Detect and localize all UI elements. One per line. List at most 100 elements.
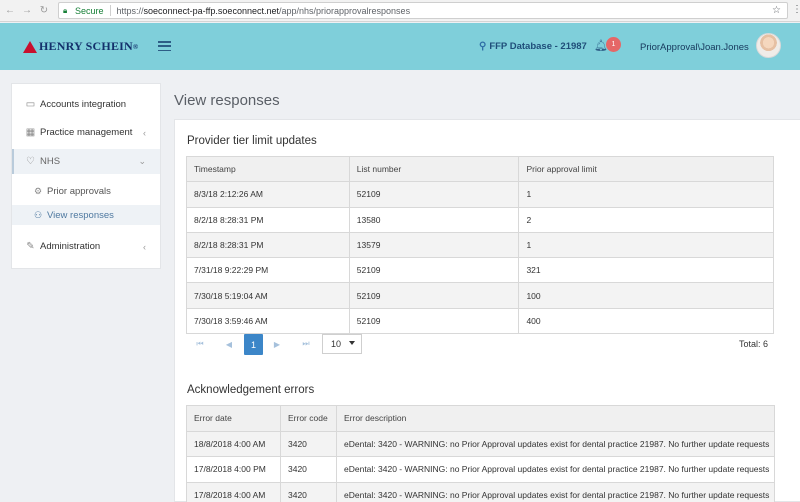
table-row[interactable]: 8/2/18 8:28:31 PM 13580 2 xyxy=(186,206,774,233)
page-title: View responses xyxy=(174,92,280,109)
secure-label: Secure xyxy=(75,5,104,16)
table-header-row: Error date Error code Error description xyxy=(186,405,775,432)
brand-name: HENRY SCHEIN xyxy=(39,39,133,53)
sidebar-item-label: NHS xyxy=(40,156,61,167)
timestamp-cell: 8/3/18 2:12:26 AM xyxy=(186,181,350,208)
browser-toolbar: ← → ↻ 🔒︎ Secure https://soeconnect-pa-ff… xyxy=(0,0,800,22)
provider-tier-table: Timestamp List number Prior approval lim… xyxy=(186,155,774,335)
column-header-timestamp[interactable]: Timestamp xyxy=(186,155,350,183)
error-description-cell: eDental: 3420 - WARNING: no Prior Approv… xyxy=(336,481,775,502)
pagination: ⏮ ◀ 1 ▶ ⏭ 10 Total: 6 xyxy=(187,333,774,355)
previous-page-icon[interactable]: ◀ xyxy=(220,335,238,353)
list-number-cell: 52109 xyxy=(348,181,520,208)
sidebar-item-label: Practice management xyxy=(40,127,133,138)
database-selector[interactable]: ⚲ FFP Database - 21987 xyxy=(479,41,587,52)
column-header-error-code[interactable]: Error code xyxy=(280,405,337,432)
error-date-cell: 17/8/2018 4:00 AM xyxy=(186,481,281,502)
timestamp-cell: 8/2/18 8:28:31 PM xyxy=(186,206,350,233)
table-row[interactable]: 8/2/18 8:28:31 PM 13579 1 xyxy=(186,231,774,259)
sidebar-subitem-label: Prior approvals xyxy=(47,185,111,197)
list-number-cell: 52109 xyxy=(348,257,520,284)
error-description-cell: eDental: 3420 - WARNING: no Prior Approv… xyxy=(336,430,775,457)
table-row[interactable]: 7/30/18 5:19:04 AM 52109 100 xyxy=(186,282,774,309)
users-icon: ⚇ xyxy=(34,209,43,220)
chevron-down-icon: ⌄ xyxy=(138,156,146,166)
page-size-select[interactable]: 10 xyxy=(322,334,362,354)
sidebar-subitem-view-responses[interactable]: ⚇ View responses xyxy=(12,205,160,225)
henry-schein-logo[interactable]: HENRY SCHEIN ® xyxy=(23,39,138,54)
last-page-icon[interactable]: ⏭ xyxy=(297,335,315,353)
notification-badge[interactable]: 1 xyxy=(606,37,621,52)
table-row[interactable]: 17/8/2018 4:00 AM 3420 eDental: 3420 - WAR… xyxy=(186,481,775,502)
url-path: /app/nhs/priorapprovalresponses xyxy=(278,5,411,16)
column-header-error-date[interactable]: Error date xyxy=(186,405,281,432)
current-page-button[interactable]: 1 xyxy=(244,334,263,355)
back-arrow-icon[interactable]: ← xyxy=(3,4,17,18)
url-divider xyxy=(109,5,111,16)
timestamp-cell: 7/31/18 9:22:29 PM xyxy=(186,257,350,284)
avatar[interactable] xyxy=(756,33,781,58)
forward-arrow-icon[interactable]: → xyxy=(20,4,34,18)
browser-menu-icon[interactable]: ⋮ xyxy=(792,4,800,15)
address-bar[interactable]: 🔒︎ Secure https://soeconnect-pa-ffp.soec… xyxy=(58,2,788,19)
timestamp-cell: 7/30/18 5:19:04 AM xyxy=(186,282,350,309)
limit-cell: 400 xyxy=(518,307,774,335)
chevron-left-icon: ‹ xyxy=(143,127,146,138)
location-pin-icon: ⚲ xyxy=(479,41,487,52)
page-size-value: 10 xyxy=(331,339,342,349)
lock-icon: 🔒︎ xyxy=(63,5,68,15)
bookmark-star-icon[interactable]: ☆ xyxy=(772,5,781,16)
limit-cell: 2 xyxy=(518,206,774,233)
caret-down-icon xyxy=(349,341,355,345)
timestamp-cell: 7/30/18 3:59:46 AM xyxy=(186,307,350,335)
sidebar-subitem-label: View responses xyxy=(47,209,114,221)
database-label: FFP Database - 21987 xyxy=(489,41,587,52)
table-row[interactable]: 17/8/2018 4:00 PM 3420 eDental: 3420 - WAR… xyxy=(186,456,775,483)
app-header: HENRY SCHEIN ® ⚲ FFP Database - 21987 🔔︎ … xyxy=(0,23,800,70)
column-header-error-description[interactable]: Error description xyxy=(336,405,775,432)
sidebar: ▭ Accounts integration ▦ Practice manage… xyxy=(11,83,161,269)
user-name[interactable]: PriorApproval\Joan.Jones xyxy=(640,42,749,53)
sidebar-item-nhs[interactable]: ♡ NHS ⌄ xyxy=(12,149,160,174)
provider-tier-title: Provider tier limit updates xyxy=(187,135,317,147)
limit-cell: 321 xyxy=(518,257,774,284)
heart-icon: ♡ xyxy=(26,156,35,167)
table-header-row: Timestamp List number Prior approval lim… xyxy=(186,155,774,183)
error-date-cell: 17/8/2018 4:00 PM xyxy=(186,456,281,483)
limit-cell: 1 xyxy=(518,231,774,259)
error-code-cell: 3420 xyxy=(280,430,337,457)
gear-icon: ⚙ xyxy=(34,185,43,196)
reload-icon[interactable]: ↻ xyxy=(37,4,51,18)
brand-trademark: ® xyxy=(132,42,139,51)
timestamp-cell: 8/2/18 8:28:31 PM xyxy=(186,231,350,259)
menu-toggle-icon[interactable] xyxy=(158,41,171,51)
next-page-icon[interactable]: ▶ xyxy=(268,335,286,353)
sidebar-subitem-prior-approvals[interactable]: ⚙ Prior approvals xyxy=(12,181,160,201)
grid-icon: ▦ xyxy=(25,127,36,138)
column-header-prior-approval-limit[interactable]: Prior approval limit xyxy=(518,155,774,183)
list-number-cell: 13580 xyxy=(348,206,520,233)
table-row[interactable]: 7/31/18 9:22:29 PM 52109 321 xyxy=(186,257,774,284)
error-code-cell: 3420 xyxy=(280,456,337,483)
error-description-cell: eDental: 3420 - WARNING: no Prior Approv… xyxy=(336,456,775,483)
chevron-left-icon: ‹ xyxy=(143,241,146,252)
sidebar-item-label: Administration xyxy=(40,241,101,252)
sidebar-item-accounts-integration[interactable]: ▭ Accounts integration xyxy=(12,92,160,117)
error-date-cell: 18/8/2018 4:00 AM xyxy=(186,430,281,457)
sidebar-item-administration[interactable]: ✎ Administration ‹ xyxy=(12,234,160,259)
first-page-icon[interactable]: ⏮ xyxy=(191,335,209,353)
list-number-cell: 52109 xyxy=(348,307,520,335)
column-header-list-number[interactable]: List number xyxy=(348,155,520,183)
table-row[interactable]: 18/8/2018 4:00 AM 3420 eDental: 3420 - WAR… xyxy=(186,430,775,457)
table-row[interactable]: 7/30/18 3:59:46 AM 52109 400 xyxy=(186,307,774,335)
list-number-cell: 13579 xyxy=(348,231,520,259)
ack-errors-table: Error date Error code Error description … xyxy=(186,405,775,502)
url-scheme: https:// xyxy=(116,5,144,16)
table-row[interactable]: 8/3/18 2:12:26 AM 52109 1 xyxy=(186,181,774,208)
limit-cell: 100 xyxy=(518,282,774,309)
list-number-cell: 52109 xyxy=(348,282,520,309)
url-host: soeconnect-pa-ffp.soeconnect.net xyxy=(143,5,279,16)
sidebar-item-practice-management[interactable]: ▦ Practice management ‹ xyxy=(12,120,160,145)
limit-cell: 1 xyxy=(518,181,774,208)
url-text: https://soeconnect-pa-ffp.soeconnect.net… xyxy=(117,6,411,16)
